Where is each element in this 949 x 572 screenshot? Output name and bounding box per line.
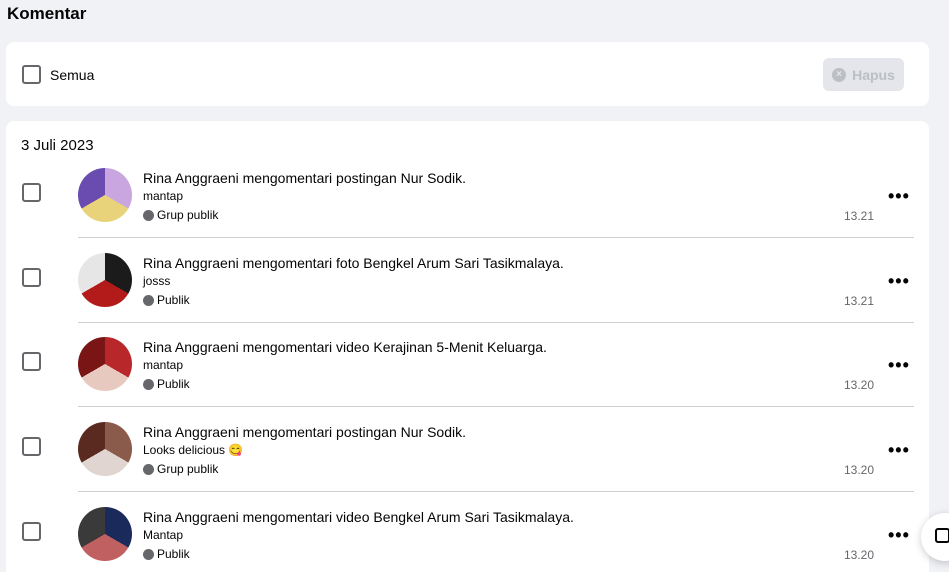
activity-verb: mengomentari	[242, 255, 333, 271]
more-options-icon[interactable]: •••	[888, 187, 910, 205]
activity-verb: mengomentari	[242, 424, 333, 440]
row-checkbox[interactable]	[22, 522, 41, 541]
activity-line[interactable]: Rina Anggraeni mengomentari postingan Nu…	[143, 170, 466, 186]
audience-label: Publik	[143, 547, 190, 561]
list-item[interactable]: Rina Anggraeni mengomentari video Keraji…	[6, 290, 929, 407]
activity-line[interactable]: Rina Anggraeni mengomentari video Keraji…	[143, 339, 547, 355]
row-checkbox[interactable]	[22, 183, 41, 202]
activity-verb: mengomentari	[242, 339, 333, 355]
row-checkbox[interactable]	[22, 437, 41, 456]
globe-icon	[143, 548, 154, 560]
row-checkbox[interactable]	[22, 268, 41, 287]
target-name[interactable]: Kerajinan 5-Menit Keluarga.	[373, 339, 547, 355]
list-item[interactable]: Rina Anggraeni mengomentari foto Bengkel…	[6, 206, 929, 323]
list-item[interactable]: Rina Anggraeni mengomentari postingan Nu…	[6, 375, 929, 492]
delete-button[interactable]: × Hapus	[823, 58, 904, 91]
list-item[interactable]: Rina Anggraeni mengomentari postingan Nu…	[6, 121, 929, 238]
activity-line[interactable]: Rina Anggraeni mengomentari foto Bengkel…	[143, 255, 564, 271]
comment-text: mantap	[143, 358, 184, 372]
audience-text: Publik	[157, 547, 190, 561]
object-type: video	[336, 339, 370, 355]
more-options-icon[interactable]: •••	[888, 272, 910, 290]
more-options-icon[interactable]: •••	[888, 526, 910, 544]
object-type: postingan	[336, 424, 397, 440]
object-type: postingan	[336, 170, 397, 186]
compose-icon	[935, 528, 949, 543]
target-name[interactable]: Nur Sodik.	[401, 170, 466, 186]
activity-line[interactable]: Rina Anggraeni mengomentari postingan Nu…	[143, 424, 466, 440]
avatar[interactable]	[78, 507, 132, 561]
toolbar-card: Semua × Hapus	[6, 42, 929, 106]
target-name[interactable]: Bengkel Arum Sari Tasikmalaya.	[363, 255, 564, 271]
activity-line[interactable]: Rina Anggraeni mengomentari video Bengke…	[143, 509, 574, 525]
comment-list-card: 3 Juli 2023 Rina Anggraeni mengomentari …	[6, 121, 929, 572]
target-name[interactable]: Nur Sodik.	[401, 424, 466, 440]
actor-name[interactable]: Rina Anggraeni	[143, 339, 239, 355]
actor-name[interactable]: Rina Anggraeni	[143, 509, 239, 525]
delete-label: Hapus	[852, 66, 895, 83]
comment-text: Mantap	[143, 528, 184, 542]
select-all-label: Semua	[50, 67, 95, 83]
x-circle-icon: ×	[832, 67, 847, 82]
more-options-icon[interactable]: •••	[888, 356, 910, 374]
activity-verb: mengomentari	[242, 509, 333, 525]
more-options-icon[interactable]: •••	[888, 441, 910, 459]
select-all-checkbox[interactable]	[22, 65, 41, 84]
actor-name[interactable]: Rina Anggraeni	[143, 170, 239, 186]
object-type: video	[336, 509, 370, 525]
page-title: Komentar	[7, 4, 87, 23]
comment-text: Looks delicious 😋	[143, 443, 244, 457]
row-checkbox[interactable]	[22, 352, 41, 371]
comment-text: josss	[143, 274, 171, 288]
object-type: foto	[336, 255, 360, 271]
comment-text: mantap	[143, 189, 184, 203]
timestamp[interactable]: 13.20	[844, 548, 874, 562]
list-item[interactable]: Rina Anggraeni mengomentari video Bengke…	[6, 460, 929, 562]
target-name[interactable]: Bengkel Arum Sari Tasikmalaya.	[373, 509, 574, 525]
activity-verb: mengomentari	[242, 170, 333, 186]
actor-name[interactable]: Rina Anggraeni	[143, 255, 239, 271]
actor-name[interactable]: Rina Anggraeni	[143, 424, 239, 440]
